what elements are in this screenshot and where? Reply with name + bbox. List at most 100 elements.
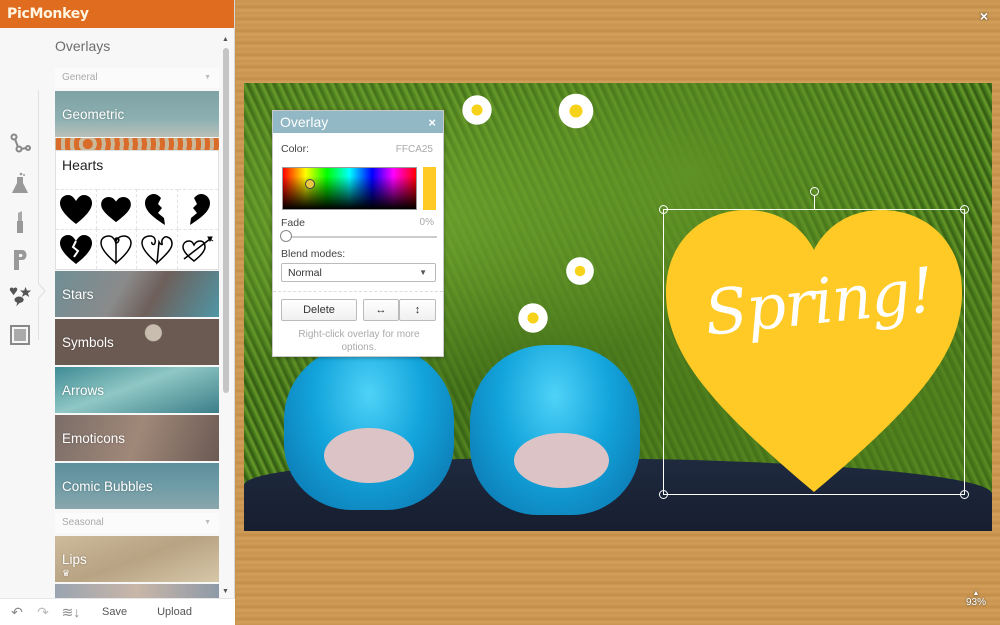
- overlay-item[interactable]: [56, 229, 97, 269]
- text-icon[interactable]: [8, 248, 32, 272]
- overlay-item[interactable]: [177, 189, 218, 229]
- daisy: [556, 91, 596, 131]
- redo-icon[interactable]: ↷: [34, 604, 52, 621]
- dialog-title: Overlay: [280, 114, 329, 130]
- sidebar: PicMonkey Overlays General ▼ Geometric H…: [0, 0, 235, 625]
- overlays-panel: Overlays General ▼ Geometric Hearts Star…: [55, 28, 220, 598]
- chevron-down-icon: ▼: [204, 519, 211, 526]
- daisy: [516, 301, 550, 335]
- panel-scrollbar[interactable]: ▲ ▼: [222, 36, 230, 596]
- resize-handle-top-left[interactable]: [659, 205, 668, 214]
- blue-shoe-right: [470, 345, 640, 515]
- color-spectrum-picker[interactable]: [282, 167, 417, 210]
- section-label: General: [62, 72, 98, 83]
- category-stars[interactable]: Stars: [55, 271, 219, 317]
- color-label: Color:: [281, 143, 310, 155]
- fade-slider-thumb[interactable]: [280, 230, 292, 242]
- overlay-item[interactable]: [56, 189, 97, 229]
- flip-vertical-icon: ↕: [414, 304, 421, 316]
- overlay-item[interactable]: [177, 229, 218, 269]
- outline-heart-curl-icon: [140, 234, 173, 265]
- chevron-down-icon: ▼: [419, 268, 427, 277]
- category-geometric[interactable]: Geometric: [55, 91, 219, 137]
- flip-vertical-button[interactable]: ↕: [399, 299, 436, 321]
- heart-overlay[interactable]: [664, 210, 964, 494]
- close-icon[interactable]: ×: [980, 8, 988, 24]
- active-tool-pointer: [38, 283, 46, 299]
- flip-horizontal-icon: ↔: [375, 304, 387, 316]
- app-logo[interactable]: PicMonkey: [7, 6, 89, 22]
- rotate-stem: [814, 196, 815, 210]
- overlay-dialog: Overlay × Color: FFCA25 Fade 0% Blend mo…: [272, 110, 444, 357]
- resize-handle-top-right[interactable]: [960, 205, 969, 214]
- scroll-thumb[interactable]: [223, 48, 229, 393]
- outline-heart-swirl-icon: [100, 234, 133, 265]
- dialog-header[interactable]: Overlay ×: [273, 111, 443, 133]
- broken-heart-icon: [59, 234, 92, 264]
- category-symbols[interactable]: Symbols: [55, 319, 219, 365]
- selected-overlay[interactable]: Spring!: [659, 187, 969, 499]
- chevron-down-icon: ▼: [204, 74, 211, 81]
- color-swatch: [423, 167, 436, 210]
- section-general-dropdown[interactable]: General ▼: [55, 68, 219, 88]
- rotate-handle[interactable]: [810, 187, 819, 196]
- overlay-item[interactable]: [96, 189, 137, 229]
- blend-mode-value: Normal: [288, 267, 322, 279]
- sock: [324, 428, 414, 483]
- heart-with-arrow-icon: [181, 236, 214, 262]
- category-hearts[interactable]: Hearts: [55, 150, 219, 270]
- section-label: Seasonal: [62, 517, 104, 528]
- frames-icon[interactable]: [8, 323, 32, 347]
- zoom-level: 93%: [965, 597, 986, 608]
- resize-handle-bottom-right[interactable]: [960, 490, 969, 499]
- scroll-down-icon[interactable]: ▼: [222, 588, 229, 595]
- half-heart-left-icon: [144, 193, 165, 225]
- category-lips[interactable]: Lips ♛: [55, 536, 219, 582]
- hearts-grid: [56, 189, 218, 269]
- solid-heart-wide-icon: [101, 196, 132, 222]
- half-heart-right-icon: [189, 193, 210, 225]
- resize-handle-bottom-left[interactable]: [659, 490, 668, 499]
- save-button[interactable]: Save: [102, 606, 127, 618]
- dialog-hint: Right-click overlay for more options.: [298, 329, 420, 353]
- effects-icon[interactable]: [8, 172, 32, 196]
- bottom-toolbar: ↶ ↷ ≋↓ Save Upload: [0, 598, 235, 625]
- overlays-icon[interactable]: [8, 285, 32, 309]
- divider: [273, 291, 443, 292]
- category-arrows[interactable]: Arrows: [55, 367, 219, 413]
- layers-icon[interactable]: ≋↓: [60, 604, 82, 621]
- basic-edits-icon[interactable]: [8, 132, 32, 156]
- overlay-item[interactable]: [137, 229, 178, 269]
- close-icon[interactable]: ×: [428, 115, 436, 130]
- category-next[interactable]: [55, 584, 219, 598]
- scroll-up-icon[interactable]: ▲: [222, 36, 229, 43]
- blend-modes-label: Blend modes:: [281, 248, 346, 260]
- zoom-indicator[interactable]: ▲ 93%: [966, 590, 986, 608]
- logo-bar: PicMonkey: [0, 0, 234, 28]
- upload-button[interactable]: Upload: [157, 606, 192, 618]
- category-comic-bubbles[interactable]: Comic Bubbles: [55, 463, 219, 509]
- sock: [514, 433, 609, 488]
- color-picker-handle[interactable]: [305, 179, 315, 189]
- daisy: [564, 255, 596, 287]
- crown-icon: ♛: [62, 568, 71, 578]
- overlay-item[interactable]: [96, 229, 137, 269]
- section-seasonal-dropdown[interactable]: Seasonal ▼: [55, 513, 219, 533]
- flip-horizontal-button[interactable]: ↔: [363, 299, 399, 321]
- panel-title: Overlays: [55, 38, 111, 54]
- fade-label: Fade: [281, 217, 305, 229]
- touch-up-icon[interactable]: [8, 210, 32, 234]
- category-label: Hearts: [62, 157, 104, 173]
- solid-heart-icon: [59, 194, 92, 224]
- color-hex-value[interactable]: FFCA25: [396, 144, 433, 155]
- overlay-item[interactable]: [137, 189, 178, 229]
- undo-icon[interactable]: ↶: [8, 604, 26, 621]
- blend-mode-select[interactable]: Normal ▼: [281, 263, 436, 282]
- daisy: [460, 93, 494, 127]
- fade-value: 0%: [419, 217, 434, 228]
- category-emoticons[interactable]: Emoticons: [55, 415, 219, 461]
- zoom-up-icon[interactable]: ▲: [966, 590, 986, 597]
- delete-button[interactable]: Delete: [281, 299, 357, 321]
- fade-slider-track[interactable]: [287, 236, 437, 238]
- tool-rail: [0, 28, 40, 598]
